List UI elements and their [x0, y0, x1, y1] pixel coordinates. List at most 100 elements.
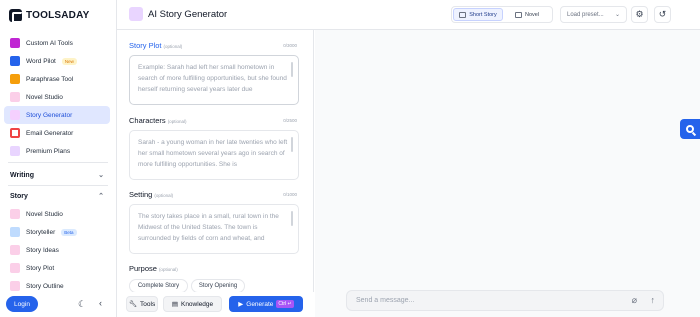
gmail-icon [10, 128, 20, 138]
field-label-text: Purpose [129, 264, 157, 273]
sidebar-item-label: Custom AI Tools [26, 39, 73, 47]
sidebar-item-novel-studio[interactable]: Novel Studio [4, 205, 110, 223]
story-icon [10, 110, 20, 120]
form-toolbar: 🔧︎ Tools ▤ Knowledge ▶ Generate Ctrl ↵ [117, 292, 314, 317]
chevron-up-icon: ⌃ [98, 193, 104, 200]
section-toggle-writing[interactable]: Writing ⌄ [4, 166, 110, 184]
search-icon [686, 125, 694, 133]
sidebar-item-story-ideas[interactable]: Story Ideas [4, 241, 110, 259]
button-label: Knowledge [180, 300, 214, 308]
history-icon: ↺ [658, 9, 667, 19]
collapse-sidebar-icon[interactable]: ‹ [99, 298, 102, 308]
mode-toggle: Short Story Novel [451, 6, 553, 23]
sidebar-item-label: Novel Studio [26, 210, 63, 218]
setting-textarea[interactable]: The story takes place in a small, rural … [129, 204, 299, 254]
chevron-down-icon: ⌄ [98, 172, 104, 179]
sidebar-item-novel-studio[interactable]: Novel Studio [4, 88, 110, 106]
char-counter: 0/2500 [283, 118, 297, 123]
sidebar-item-label: Novel Studio [26, 93, 63, 101]
sidebar-item-label: Storyteller [26, 228, 56, 236]
sidebar-item-custom-ai-tools[interactable]: Custom AI Tools [4, 34, 110, 52]
sidebar-item-storyteller[interactable]: Storyteller Beta [4, 223, 110, 241]
novel-icon [10, 92, 20, 102]
sidebar-nav: Custom AI Tools Word Pilot New Paraphras… [4, 34, 110, 160]
play-icon: ▶ [238, 301, 244, 308]
brand-logo[interactable]: TOOLSADAY [9, 8, 90, 23]
tools-button[interactable]: 🔧︎ Tools [126, 296, 158, 312]
book-icon: ▤ [171, 301, 178, 308]
sidebar-item-label: Story Plot [26, 264, 55, 272]
characters-label: Characters (optional) [129, 116, 186, 125]
scrollbar[interactable] [291, 62, 293, 77]
sidebar-item-story-plot[interactable]: Story Plot [4, 259, 110, 277]
tab-novel[interactable]: Novel [503, 8, 551, 21]
preset-select[interactable]: Load preset... ⌄ [560, 6, 627, 23]
optional-tag: (optional) [167, 119, 187, 124]
brand-name: TOOLSADAY [26, 9, 90, 21]
divider [8, 162, 108, 163]
layers-icon [10, 38, 20, 48]
wrench-icon: 🔧︎ [128, 301, 138, 308]
tab-label: Short Story [469, 11, 497, 18]
scrollbar[interactable] [291, 137, 293, 152]
sidebar: TOOLSADAY Custom AI Tools Word Pilot New… [0, 0, 117, 317]
sidebar-item-story-generator[interactable]: Story Generator [4, 106, 110, 124]
chevron-down-icon: ⌄ [614, 12, 620, 18]
characters-textarea[interactable]: Sarah - a young woman in her late twenti… [129, 130, 299, 180]
floating-search-button[interactable] [680, 119, 700, 139]
button-label: Generate [246, 300, 274, 308]
plot-label: Story Plot (optional) [129, 41, 182, 50]
login-button[interactable]: Login [6, 296, 38, 312]
novel-icon [514, 11, 522, 18]
generate-button[interactable]: ▶ Generate Ctrl ↵ [229, 296, 303, 312]
sidebar-item-premium-plans[interactable]: Premium Plans [4, 142, 110, 160]
purpose-option-complete-story[interactable]: Complete Story [129, 279, 188, 293]
sidebar-item-story-outline[interactable]: Story Outline [4, 277, 110, 295]
char-counter: 0/1000 [283, 192, 297, 197]
plot-placeholder: Example: Sarah had left her small hometo… [138, 64, 287, 93]
setting-label: Setting (optional) [129, 190, 173, 199]
attach-icon[interactable]: ⌀ [632, 295, 637, 306]
novel-icon [10, 209, 20, 219]
sidebar-item-label: Story Outline [26, 282, 64, 290]
chat-input[interactable]: Send a message... [356, 297, 414, 304]
writing-section: Writing ⌄ [4, 166, 110, 184]
header: AI Story Generator Short Story Novel Loa… [117, 0, 700, 30]
story-form: Story Plot (optional) 0/3000 Example: Sar… [117, 30, 314, 317]
output-pane [315, 30, 700, 317]
new-badge: New [61, 57, 77, 65]
sidebar-item-email-generator[interactable]: Email Generator [4, 124, 110, 142]
chat-box[interactable]: Send a message... ⌀ ↑ [346, 290, 664, 311]
dark-mode-icon[interactable]: ☾ [78, 299, 86, 310]
sidebar-item-paraphrase-tool[interactable]: Paraphrase Tool [4, 70, 110, 88]
plot-textarea[interactable]: Example: Sarah had left her small hometo… [129, 55, 299, 105]
history-button[interactable]: ↺ [654, 6, 671, 23]
tab-short-story[interactable]: Short Story [453, 8, 503, 21]
sidebar-item-label: Word Pilot [26, 57, 56, 65]
section-toggle-story[interactable]: Story ⌃ [4, 187, 110, 205]
sidebar-item-label: Paraphrase Tool [26, 75, 74, 83]
premium-icon [10, 146, 20, 156]
optional-tag: (optional) [163, 44, 183, 49]
button-label: Tools [140, 300, 156, 308]
settings-button[interactable]: ⚙ [631, 6, 648, 23]
preset-placeholder: Load preset... [567, 11, 604, 18]
optional-tag: (optional) [158, 267, 178, 272]
word-icon [10, 56, 20, 66]
char-counter: 0/3000 [283, 43, 297, 48]
storyteller-icon [10, 227, 20, 237]
send-icon[interactable]: ↑ [651, 295, 656, 305]
knowledge-button[interactable]: ▤ Knowledge [163, 296, 222, 312]
sidebar-item-word-pilot[interactable]: Word Pilot New [4, 52, 110, 70]
purpose-option-story-opening[interactable]: Story Opening [191, 279, 245, 293]
sidebar-item-label: Email Generator [26, 129, 74, 137]
gear-icon: ⚙ [635, 9, 644, 19]
divider [8, 185, 108, 186]
field-label-text: Setting [129, 190, 153, 199]
page-title: AI Story Generator [148, 9, 228, 20]
scrollbar[interactable] [291, 211, 293, 226]
field-label-text: Characters [129, 116, 166, 125]
setting-placeholder: The story takes place in a small, rural … [138, 213, 279, 242]
purpose-label: Purpose (optional) [129, 264, 178, 273]
sidebar-item-label: Story Ideas [26, 246, 59, 254]
